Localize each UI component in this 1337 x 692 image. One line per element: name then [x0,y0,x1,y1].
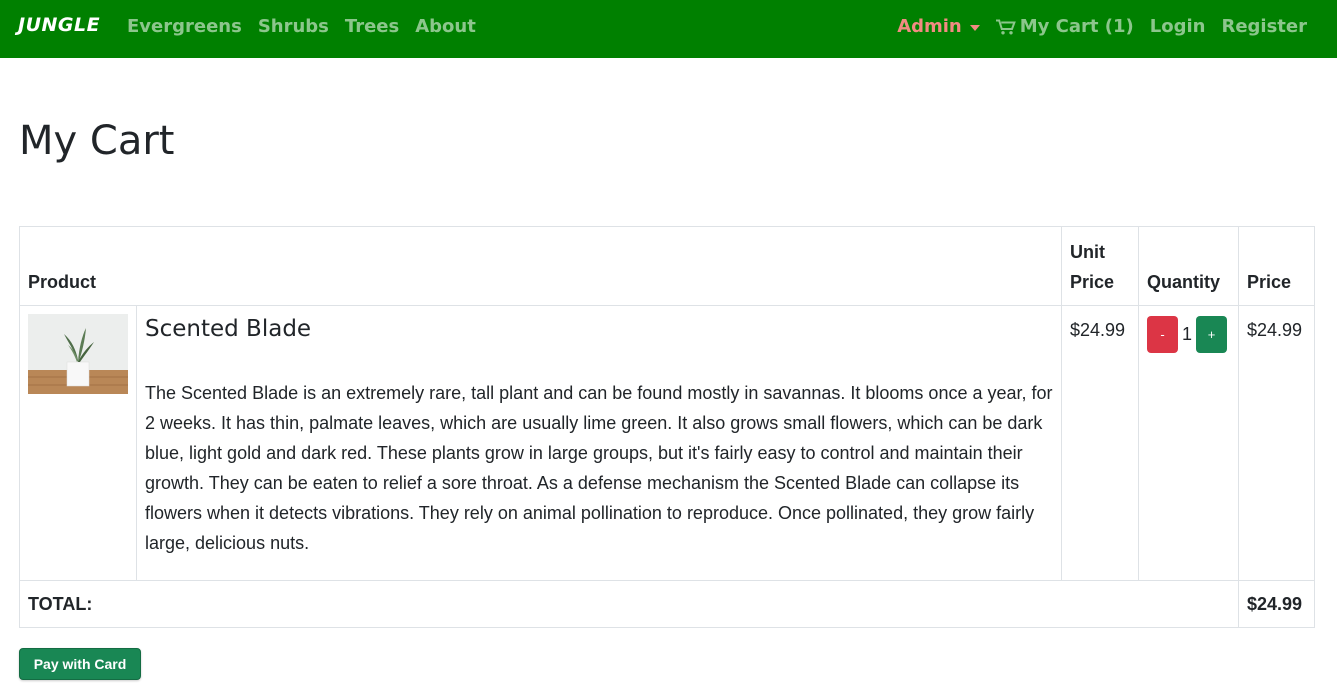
product-info-cell: Scented Blade The Scented Blade is an ex… [136,305,1062,581]
product-description: The Scented Blade is an extremely rare, … [145,383,1053,553]
total-row: TOTAL: $24.99 [19,580,1315,628]
line-price: $24.99 [1238,305,1315,581]
header-quantity: Quantity [1138,226,1239,306]
quantity-value: 1 [1182,324,1193,344]
register-link[interactable]: Register [1221,16,1307,37]
nav-link-shrubs[interactable]: Shrubs [258,16,329,37]
pay-with-card-button[interactable]: Pay with Card [19,648,141,680]
decrease-quantity-button[interactable]: - [1147,316,1178,353]
increase-quantity-button[interactable]: + [1196,316,1227,353]
total-value: $24.99 [1238,580,1315,628]
product-thumbnail[interactable] [28,314,128,394]
header-unit-price: Unit Price [1061,226,1139,306]
nav-categories: Evergreens Shrubs Trees About [127,16,476,37]
top-navbar: JUNGLE Evergreens Shrubs Trees About Adm… [0,0,1337,58]
header-price: Price [1238,226,1315,306]
shopping-cart-icon [995,19,1016,34]
chevron-down-icon [969,24,980,31]
nav-link-about[interactable]: About [415,16,476,37]
admin-label: Admin [897,16,962,37]
cart-table: Product Unit Price Quantity Price Scente… [19,226,1315,628]
product-name: Scented Blade [145,316,312,342]
admin-dropdown[interactable]: Admin [897,16,980,37]
nav-account: Admin My Cart (1) Login Register [897,16,1307,37]
product-image-cell [19,305,137,581]
nav-link-trees[interactable]: Trees [345,16,399,37]
login-link[interactable]: Login [1150,16,1206,37]
page-title: My Cart [19,118,175,164]
my-cart-link[interactable]: My Cart (1) [995,16,1134,37]
nav-link-evergreens[interactable]: Evergreens [127,16,242,37]
brand-logo[interactable]: JUNGLE [18,14,100,36]
plant-image-icon [28,314,128,394]
header-product: Product [19,226,1062,306]
my-cart-label: My Cart (1) [1019,16,1134,37]
table-row: Scented Blade The Scented Blade is an ex… [19,305,1315,581]
unit-price: $24.99 [1061,305,1139,581]
quantity-cell: - 1 + [1138,305,1239,581]
table-header-row: Product Unit Price Quantity Price [19,226,1315,306]
quantity-stepper: - 1 + [1147,316,1230,353]
total-label: TOTAL: [19,580,1239,628]
